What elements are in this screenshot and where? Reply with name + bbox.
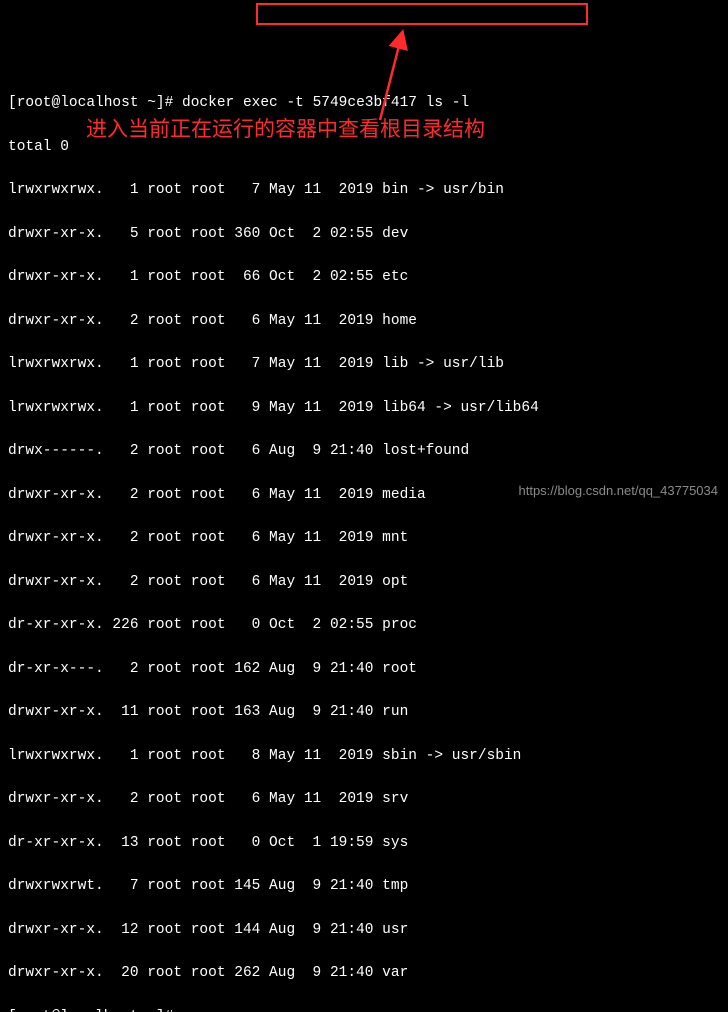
ls-row: drwxrwxrwt. 7 root root 145 Aug 9 21:40 … [8, 876, 720, 898]
ls-row: drwx------. 2 root root 6 Aug 9 21:40 lo… [8, 441, 720, 463]
ls-row: lrwxrwxrwx. 1 root root 7 May 11 2019 li… [8, 354, 720, 376]
ls-row: drwxr-xr-x. 5 root root 360 Oct 2 02:55 … [8, 224, 720, 246]
docker-command-part2: exec -t 5749ce3bf417 ls -l [243, 95, 469, 111]
total-line: total 0 [8, 137, 720, 159]
ls-row: drwxr-xr-x. 12 root root 144 Aug 9 21:40… [8, 920, 720, 942]
shell-prompt-end: [root@localhost ~]# [8, 1007, 720, 1012]
red-highlight-box [256, 3, 588, 25]
ls-row: drwxr-xr-x. 2 root root 6 May 11 2019 sr… [8, 789, 720, 811]
shell-prompt: [root@localhost ~]# [8, 95, 182, 111]
ls-row: dr-xr-xr-x. 226 root root 0 Oct 2 02:55 … [8, 615, 720, 637]
command-line: [root@localhost ~]# docker exec -t 5749c… [8, 93, 720, 115]
ls-row: drwxr-xr-x. 2 root root 6 May 11 2019 me… [8, 485, 720, 507]
docker-command-part1: docker [182, 95, 243, 111]
ls-row: dr-xr-x---. 2 root root 162 Aug 9 21:40 … [8, 659, 720, 681]
ls-row: drwxr-xr-x. 11 root root 163 Aug 9 21:40… [8, 702, 720, 724]
ls-row: lrwxrwxrwx. 1 root root 9 May 11 2019 li… [8, 398, 720, 420]
ls-row: drwxr-xr-x. 20 root root 262 Aug 9 21:40… [8, 963, 720, 985]
ls-row: drwxr-xr-x. 2 root root 6 May 11 2019 ho… [8, 311, 720, 333]
ls-row: lrwxrwxrwx. 1 root root 8 May 11 2019 sb… [8, 746, 720, 768]
ls-row: drwxr-xr-x. 2 root root 6 May 11 2019 op… [8, 572, 720, 594]
ls-row: lrwxrwxrwx. 1 root root 7 May 11 2019 bi… [8, 180, 720, 202]
ls-row: dr-xr-xr-x. 13 root root 0 Oct 1 19:59 s… [8, 833, 720, 855]
ls-row: drwxr-xr-x. 1 root root 66 Oct 2 02:55 e… [8, 267, 720, 289]
ls-row: drwxr-xr-x. 2 root root 6 May 11 2019 mn… [8, 528, 720, 550]
